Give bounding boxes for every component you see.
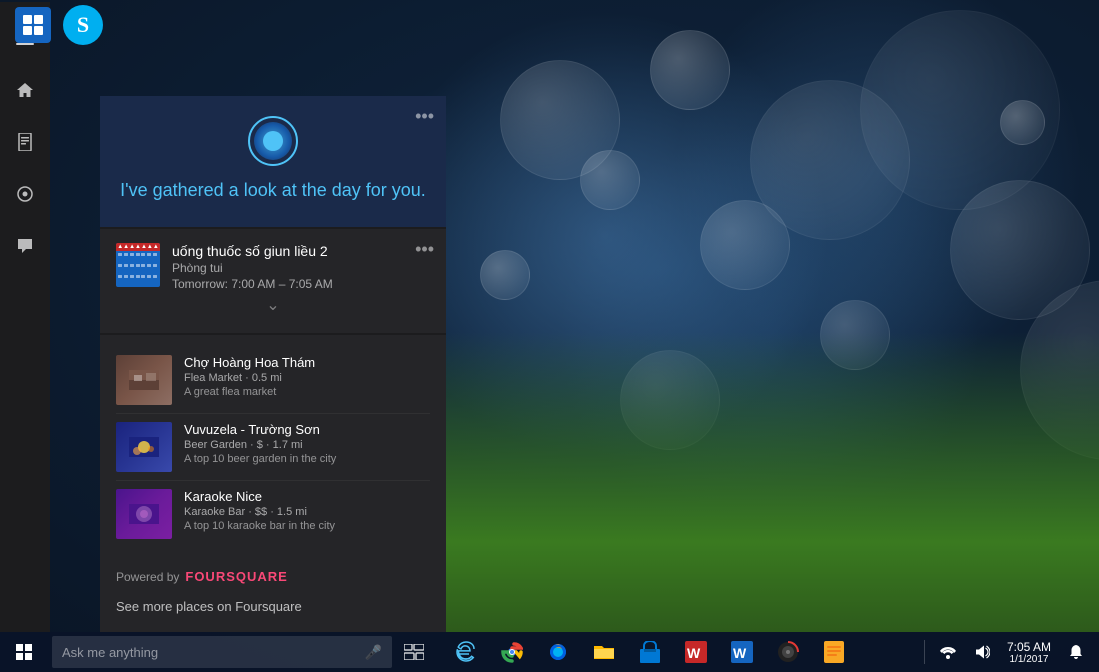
cortana-ring-inner [263,131,283,151]
sidebar-feedback-button[interactable] [1,222,49,270]
calendar-icon-header: ▲▲▲▲▲▲▲ [116,243,160,251]
calendar-event-title: uống thuốc số giun liều 2 [172,243,430,259]
date-display: 1/1/2017 [1007,654,1051,665]
time-display: 7:05 AM [1007,640,1051,654]
cortana-main-panel: I've gathered a look at the day for you.… [100,96,446,632]
store-icon[interactable] [628,632,672,672]
volume-icon[interactable] [967,632,997,672]
cortana-sidebar [0,2,50,632]
place-thumb-1 [116,355,172,405]
place-info-2: Vuvuzela - Trường Sơn Beer Garden · $ · … [184,422,430,465]
powered-by-text: Powered by [116,570,179,584]
start-button[interactable] [0,632,48,672]
microphone-icon[interactable]: 🎤 [365,644,382,661]
calendar-icon: ▲▲▲▲▲▲▲ [116,243,160,287]
skype-icon[interactable]: S [58,0,108,50]
calendar-icon-body [116,251,160,287]
search-placeholder-text: Ask me anything [62,645,158,660]
edge-icon[interactable] [444,632,488,672]
place-item-2: Vuvuzela - Trường Sơn Beer Garden · $ · … [116,414,430,481]
calendar-text: uống thuốc số giun liều 2 Phòng tui Tomo… [172,243,430,291]
sidebar-home-button[interactable] [1,66,49,114]
calendar-item: ▲▲▲▲▲▲▲ uống thuốc số giun liều 2 Phòng … [116,243,430,291]
place-item-3: Karaoke Nice Karaoke Bar · $$ · 1.5 mi A… [116,481,430,547]
calendar-room: Phòng tui [172,261,430,275]
powered-by-section: Powered by FOURSQUARE [100,559,446,590]
calendar-card-more-button[interactable]: ••• [415,239,434,260]
svg-text:W: W [687,645,701,661]
place-name-1: Chợ Hoàng Hoa Thám [184,355,430,370]
task-view-button[interactable] [392,632,436,672]
place-info-3: Karaoke Nice Karaoke Bar · $$ · 1.5 mi A… [184,489,430,532]
chevron-down-icon: ⌄ [266,297,279,314]
word-icon[interactable]: W [674,632,718,672]
see-more-link[interactable]: See more places on Foursquare [116,599,302,614]
cortana-greeting: I've gathered a look at the day for you. [120,178,426,203]
calendar-time: Tomorrow: 7:00 AM – 7:05 AM [172,277,430,291]
place-thumb-3 [116,489,172,539]
place-name-3: Karaoke Nice [184,489,430,504]
place-desc-2: A top 10 beer garden in the city [184,453,430,465]
place-type-1: Flea Market · 0.5 mi [184,372,430,384]
taskbar-pinned-apps: W W [444,632,856,672]
sidebar-notebook-button[interactable] [1,118,49,166]
system-tray: 7:05 AM 1/1/2017 [920,632,1099,672]
place-info-1: Chợ Hoàng Hoa Thám Flea Market · 0.5 mi … [184,355,430,398]
clock[interactable]: 7:05 AM 1/1/2017 [1001,640,1057,665]
sidebar-interests-button[interactable] [1,170,49,218]
svg-text:W: W [733,645,747,661]
foursquare-logo: FOURSQUARE [185,569,287,584]
places-card-more-button[interactable]: ••• [415,106,434,127]
taskbar: Ask me anything 🎤 [0,632,1099,672]
cortana-header: I've gathered a look at the day for you. [100,96,446,227]
place-desc-3: A top 10 karaoke bar in the city [184,520,430,532]
place-name-2: Vuvuzela - Trường Sơn [184,422,430,437]
calendar-card-expand[interactable]: ⌄ [116,291,430,319]
notifications-icon[interactable] [1061,632,1091,672]
cortana-search-bar[interactable]: Ask me anything 🎤 [52,636,392,668]
word2-icon[interactable]: W [720,632,764,672]
file-explorer-icon[interactable] [582,632,626,672]
windows-logo-icon [16,644,32,660]
see-more-section: See more places on Foursquare [100,590,446,632]
network-icon[interactable] [933,632,963,672]
place-type-2: Beer Garden · $ · 1.7 mi [184,439,430,451]
wallpaper-grass [400,332,1099,632]
notes-icon[interactable] [812,632,856,672]
top-icons-area: S [0,0,160,50]
place-item-1: Chợ Hoàng Hoa Thám Flea Market · 0.5 mi … [116,347,430,414]
media-icon[interactable] [766,632,810,672]
windows-store-icon[interactable] [8,0,58,50]
place-type-3: Karaoke Bar · $$ · 1.5 mi [184,506,430,518]
calendar-card: ••• ▲▲▲▲▲▲▲ uống thuốc số giun liều 2 Ph… [100,229,446,333]
place-thumb-2 [116,422,172,472]
tray-divider [924,640,925,664]
place-desc-1: A great flea market [184,386,430,398]
firefox-icon[interactable] [536,632,580,672]
cortana-ring [248,116,298,166]
chrome-icon[interactable] [490,632,534,672]
places-card: ••• Chợ Hoàng Hoa Thám Flea Market · 0.5… [100,335,446,559]
